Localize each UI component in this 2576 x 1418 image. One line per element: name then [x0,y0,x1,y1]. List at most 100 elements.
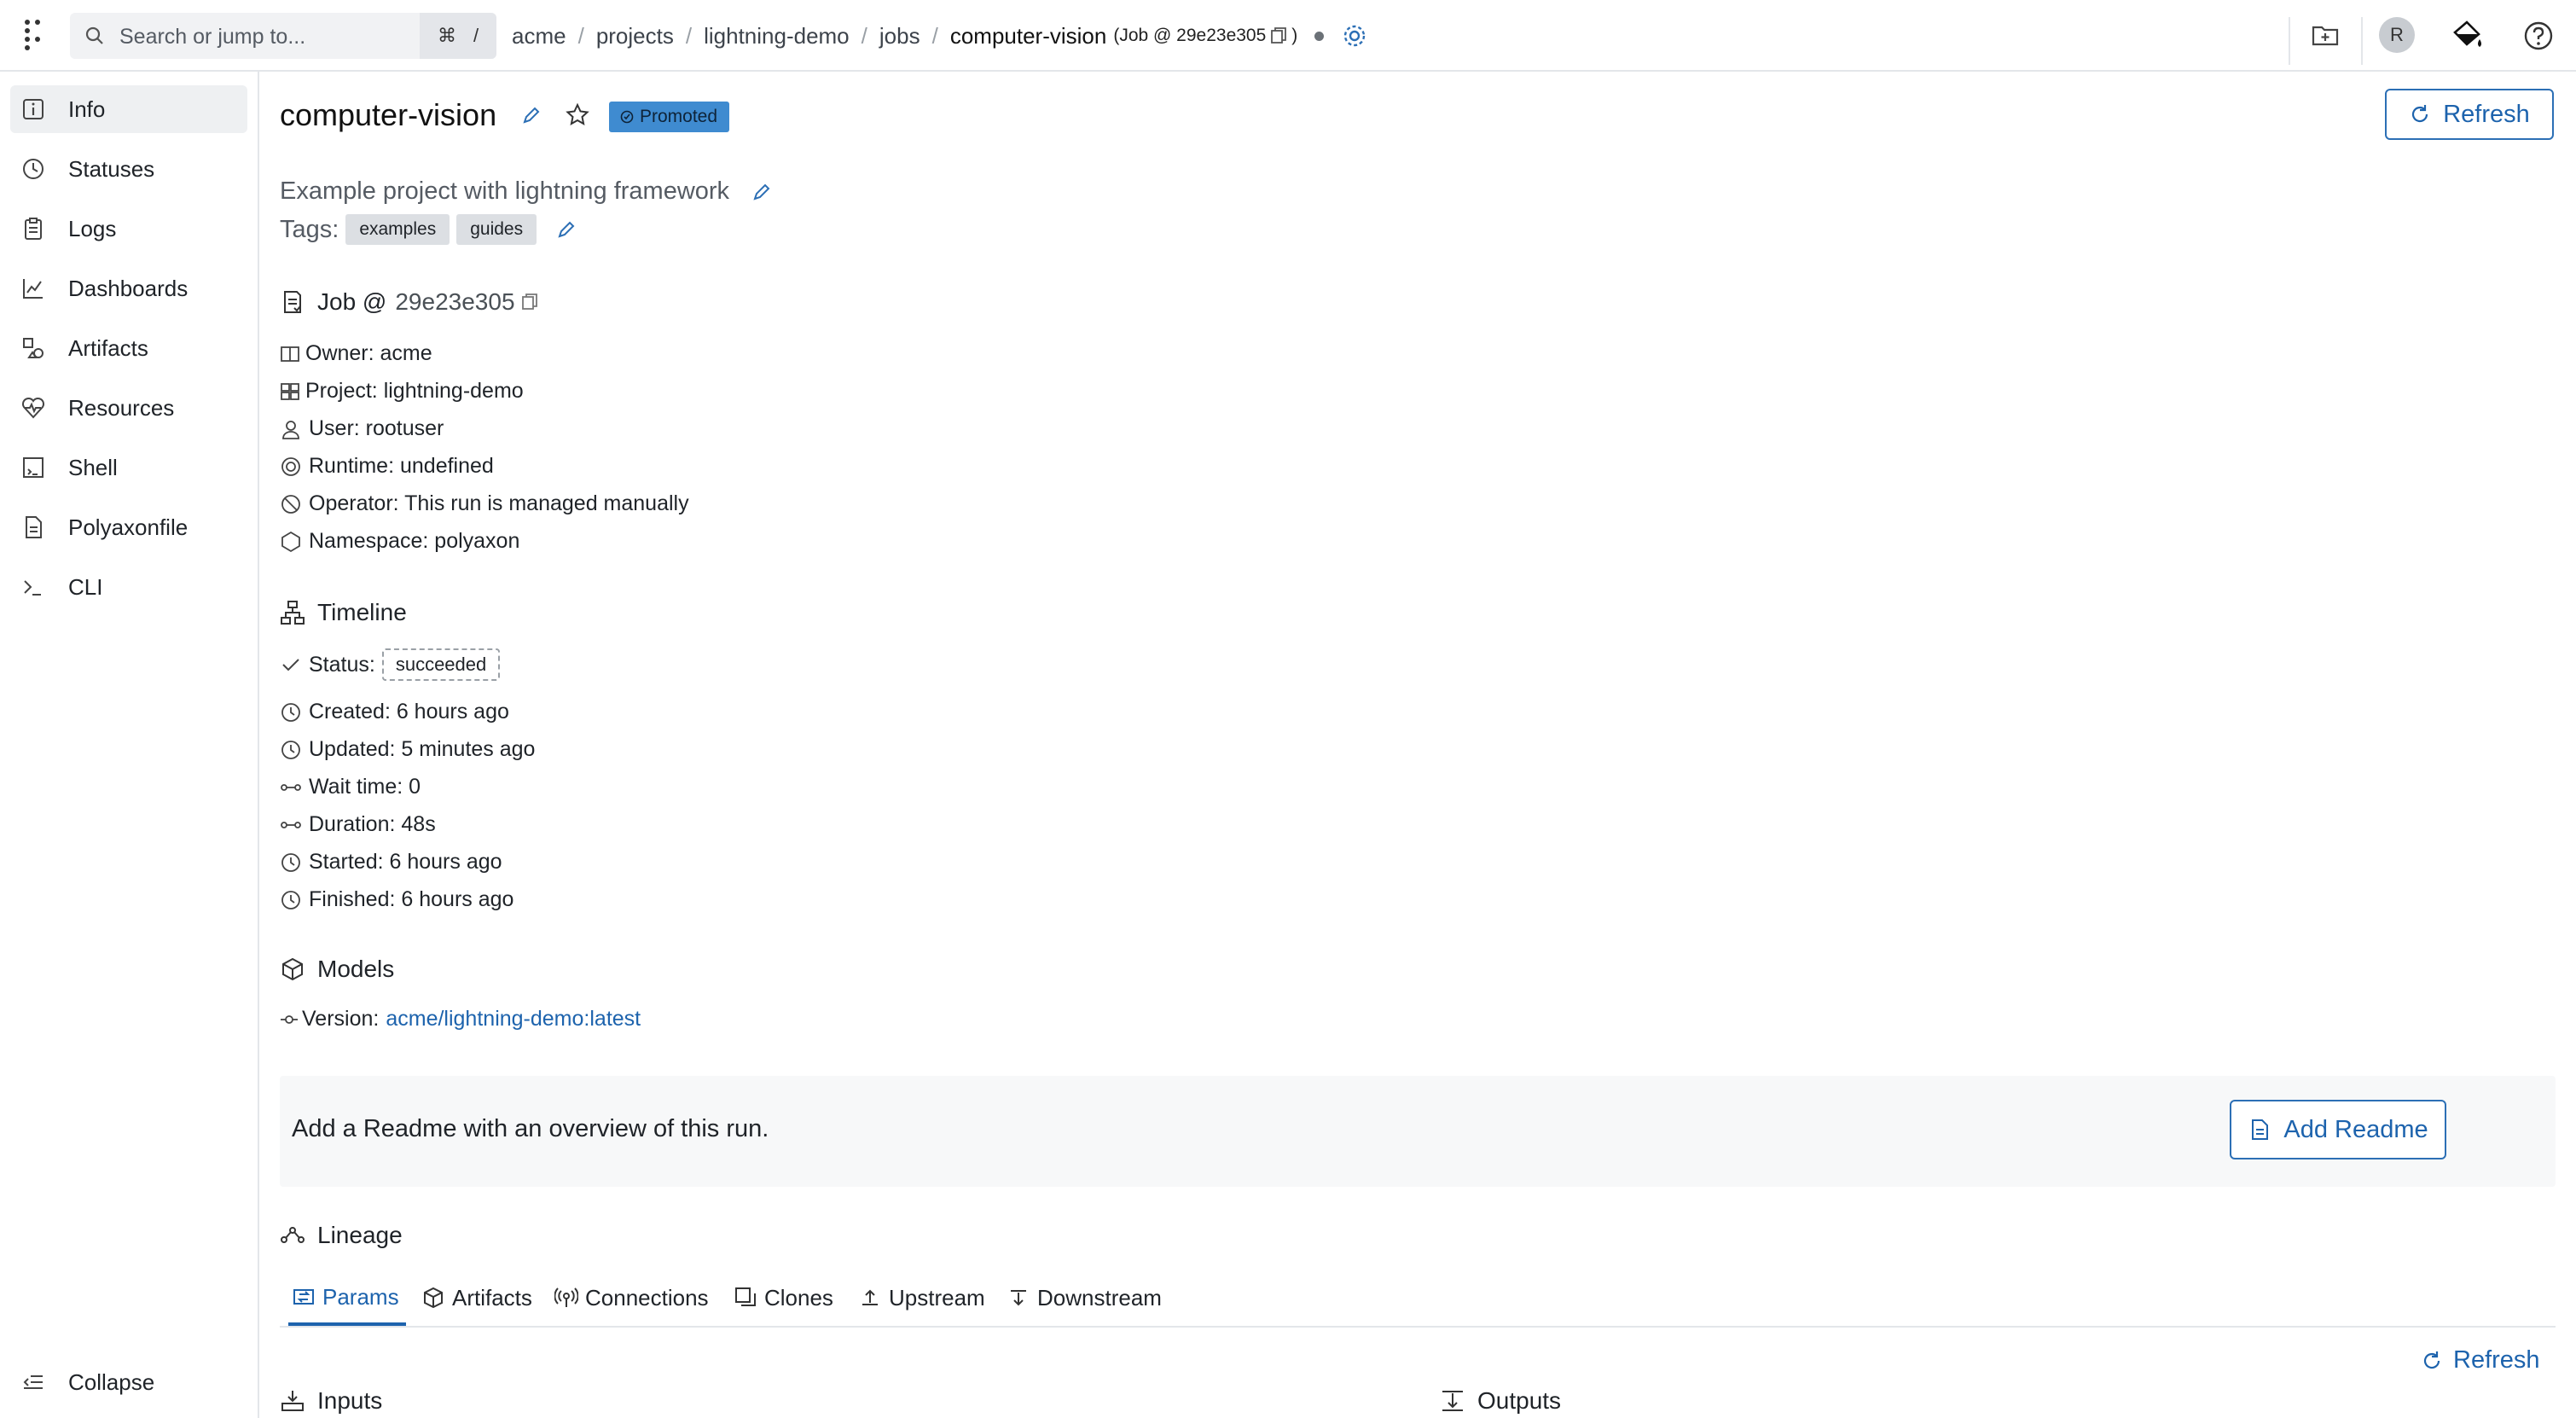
runtime-icon [280,456,302,478]
duration-icon [280,814,302,836]
namespace-row: Namespace: polyaxon [280,529,519,554]
paint-bucket-icon[interactable] [2450,19,2484,53]
tab-label: Clones [764,1285,833,1311]
tab-label: Downstream [1037,1285,1162,1311]
breadcrumb-job-id-close: ) [1291,26,1297,46]
inputs-icon [280,1388,305,1414]
broadcast-icon [554,1286,578,1310]
tab-clones[interactable]: Clones [734,1271,833,1324]
tab-downstream[interactable]: Downstream [1007,1271,1162,1324]
search-icon [84,25,106,47]
sidebar-item-cli[interactable]: CLI [10,563,247,611]
tab-artifacts[interactable]: Artifacts [421,1271,532,1324]
wait-row: Wait time: 0 [280,775,421,799]
shortcut-cmd: ⌘ [438,25,456,47]
tab-label: Artifacts [452,1285,532,1311]
sidebar-item-statuses[interactable]: Statuses [10,145,247,193]
help-icon[interactable] [2523,20,2554,51]
duration-row: Duration: 48s [280,812,436,837]
tab-upstream[interactable]: Upstream [858,1271,985,1324]
commit-icon [280,1010,299,1029]
star-icon[interactable] [565,102,590,128]
file-icon [2248,1118,2271,1142]
clone-icon [734,1286,757,1310]
sidebar-item-resources[interactable]: Resources [10,384,247,432]
project-row: Project: lightning-demo [280,379,524,404]
tag[interactable]: guides [456,214,537,245]
refresh-icon [2421,1350,2443,1372]
search-input[interactable]: Search or jump to... [119,25,305,49]
refresh-label: Refresh [2443,101,2530,129]
refresh-button[interactable]: Refresh [2385,89,2554,140]
owner-text: Owner: acme [305,341,432,366]
owner-row: Owner: acme [280,341,432,366]
outputs-title: Outputs [1477,1387,1561,1415]
breadcrumb-acme[interactable]: acme [512,23,566,49]
lineage-header: Lineage [280,1222,403,1249]
updated-row: Updated: 5 minutes ago [280,737,535,762]
inputs-header: Inputs [280,1387,382,1415]
apps-grid-icon[interactable] [20,17,46,55]
sidebar-item-label: Logs [68,216,116,242]
breadcrumb-projects[interactable]: projects [596,23,674,49]
toolbar-divider [2289,17,2290,65]
duration-text: Duration: 48s [309,812,436,837]
main-content: computer-vision Promoted Refresh Example… [259,72,2576,1418]
avatar[interactable]: R [2379,17,2415,53]
artifacts-icon [20,335,46,361]
clock-icon [280,739,302,761]
breadcrumb-job-id: (Job @ 29e23e305 [1113,26,1266,46]
sidebar-item-artifacts[interactable]: Artifacts [10,324,247,372]
clock-icon [280,851,302,874]
search-box[interactable]: Search or jump to... ⌘ / [70,13,496,59]
lineage-icon [280,1223,305,1248]
gear-icon[interactable] [1341,22,1368,49]
sidebar-item-label: Dashboards [68,276,188,302]
tab-params[interactable]: Params [288,1271,406,1326]
sidebar-item-logs[interactable]: Logs [10,205,247,253]
page-title: computer-vision [280,97,496,133]
breadcrumb-jobs[interactable]: jobs [879,23,920,49]
started-text: Started: 6 hours ago [309,850,502,875]
promoted-badge: Promoted [609,102,729,132]
tab-connections[interactable]: Connections [554,1271,709,1324]
project-text: Project: lightning-demo [305,379,524,404]
sidebar-item-label: Shell [68,455,118,481]
user-row: User: rootuser [280,416,444,441]
sidebar-item-info[interactable]: Info [10,85,247,133]
user-icon [280,418,302,440]
check-icon [280,654,302,676]
copy-icon[interactable] [1269,26,1288,45]
file-icon [20,514,46,540]
edit-tags-icon[interactable] [555,218,577,241]
chart-icon [20,276,46,301]
lineage-tabs: Params Artifacts Connections Clones Upst… [280,1271,2556,1328]
status-dot [1314,32,1324,41]
operator-icon [280,493,302,515]
status-badge: succeeded [382,648,500,681]
edit-description-icon[interactable] [751,181,773,203]
add-readme-button[interactable]: Add Readme [2230,1100,2446,1159]
sidebar-item-shell[interactable]: Shell [10,444,247,491]
tab-label: Connections [585,1285,709,1311]
sidebar-item-dashboards[interactable]: Dashboards [10,264,247,312]
project-grid-icon [280,381,300,402]
upstream-icon [858,1286,882,1310]
lineage-refresh-button[interactable]: Refresh [2421,1346,2540,1374]
runtime-text: Runtime: undefined [309,454,494,479]
params-icon [292,1285,316,1309]
clock-icon [280,889,302,911]
breadcrumb-separator: / [862,23,867,49]
breadcrumb-lightning-demo[interactable]: lightning-demo [704,23,850,49]
sidebar-item-polyaxonfile[interactable]: Polyaxonfile [10,503,247,551]
edit-title-icon[interactable] [520,104,542,126]
model-version-link[interactable]: acme/lightning-demo:latest [386,1007,641,1032]
copy-icon[interactable] [520,293,539,311]
cube-icon [421,1286,445,1310]
timeline-icon [280,600,305,625]
sidebar-item-label: CLI [68,574,102,601]
operator-row: Operator: This run is managed manually [280,491,689,516]
collapse-button[interactable]: Collapse [10,1358,247,1406]
tag[interactable]: examples [345,214,450,245]
folder-add-icon[interactable] [2311,20,2340,49]
